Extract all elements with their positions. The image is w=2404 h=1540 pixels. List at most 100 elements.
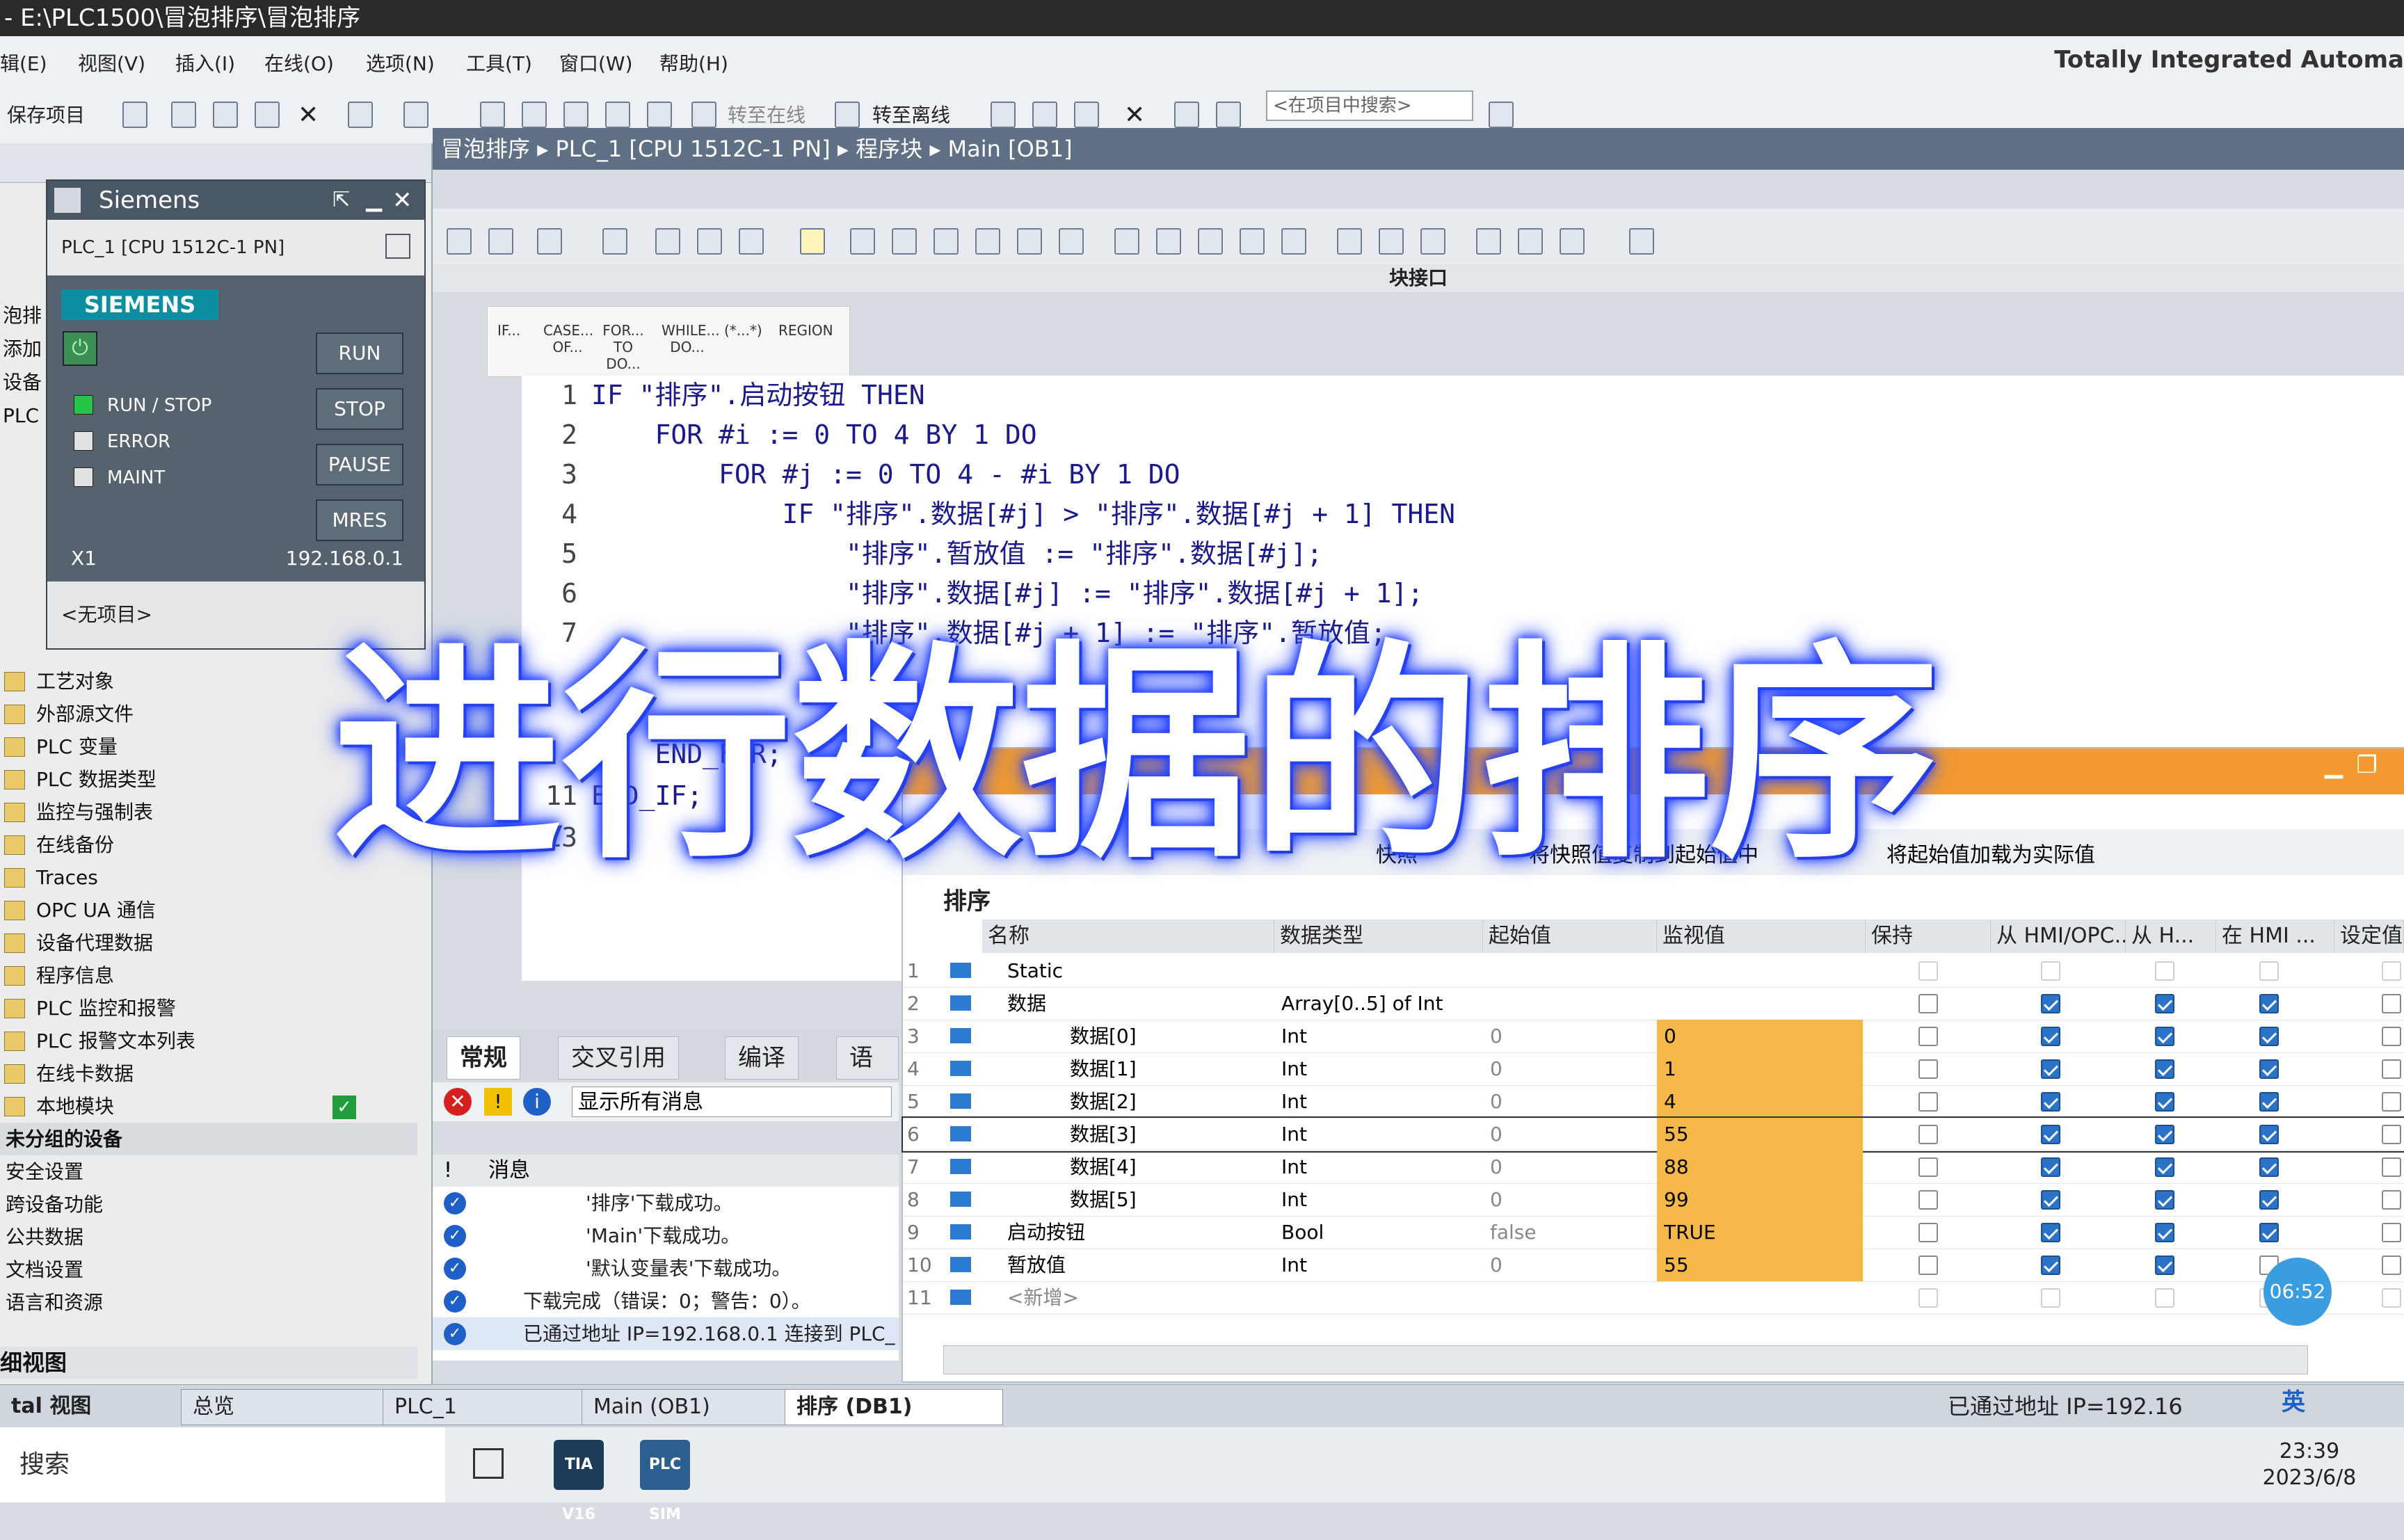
cut-icon[interactable] bbox=[171, 102, 196, 128]
tree-item-common-data[interactable]: 公共数据 bbox=[0, 1221, 417, 1253]
watch-icon[interactable] bbox=[975, 228, 1000, 255]
setpoint-checkbox[interactable] bbox=[2382, 1059, 2401, 1079]
tree-item-security[interactable]: 安全设置 bbox=[0, 1155, 417, 1188]
retain-checkbox[interactable] bbox=[1918, 1092, 1938, 1112]
copy-icon[interactable] bbox=[213, 102, 238, 128]
kw-region[interactable]: REGION bbox=[778, 322, 833, 339]
col-hmi-opc[interactable]: 从 HMI/OPC... bbox=[1991, 920, 2126, 953]
tab-sort-db1[interactable]: 排序 (DB1) bbox=[785, 1389, 1003, 1425]
sort-icon[interactable] bbox=[1281, 228, 1306, 255]
tab-compile[interactable]: 编译 bbox=[725, 1036, 799, 1080]
db-row[interactable]: 4 数据[1] Int 0 1 bbox=[903, 1052, 2404, 1086]
monitor-toggle-icon[interactable] bbox=[800, 228, 825, 255]
setpoint-checkbox[interactable] bbox=[2382, 1190, 2401, 1210]
plcsim-title-bar[interactable]: Siemens ⇱ ▁ ✕ bbox=[47, 181, 424, 220]
row-monitor-value[interactable]: 55 bbox=[1657, 1249, 1863, 1281]
delete-network-icon[interactable] bbox=[488, 228, 513, 255]
hmi-accessible-checkbox[interactable] bbox=[2041, 961, 2060, 981]
row-monitor-value[interactable]: 88 bbox=[1657, 1150, 1863, 1183]
breadcrumb-item[interactable]: 冒泡排序 bbox=[441, 136, 530, 162]
hmi-accessible-checkbox[interactable] bbox=[2041, 1256, 2060, 1275]
power-icon[interactable]: ⏻ bbox=[63, 331, 97, 366]
db-row[interactable]: 10 暂放值 Int 0 55 bbox=[903, 1249, 2404, 1282]
tree-item-languages[interactable]: 语言和资源 bbox=[0, 1286, 417, 1319]
minimize-icon[interactable]: ▁ bbox=[2325, 751, 2343, 779]
expand-icon[interactable] bbox=[1114, 228, 1139, 255]
call-icon[interactable] bbox=[1379, 228, 1404, 255]
db-row[interactable]: 1 Static bbox=[903, 954, 2404, 988]
retain-checkbox[interactable] bbox=[1918, 1223, 1938, 1242]
menu-options[interactable]: 选项(N) bbox=[366, 49, 435, 77]
hmi-visible-checkbox[interactable] bbox=[2259, 994, 2279, 1013]
code-line[interactable]: 5 "排序".暂放值 := "排序".数据[#j]; bbox=[522, 534, 1322, 574]
tree-item-doc-settings[interactable]: 文档设置 bbox=[0, 1253, 417, 1286]
retain-checkbox[interactable] bbox=[1918, 1256, 1938, 1275]
breadcrumb-item[interactable]: Main [OB1] bbox=[948, 136, 1073, 162]
setpoint-checkbox[interactable] bbox=[2382, 1288, 2401, 1308]
code-line[interactable]: 4 IF "排序".数据[#j] > "排序".数据[#j + 1] THEN bbox=[522, 495, 1455, 534]
hmi-visible-checkbox[interactable] bbox=[2259, 1125, 2279, 1144]
message-row[interactable]: ✓ 已通过地址 IP=192.168.0.1 连接到 PLC_ bbox=[433, 1317, 899, 1350]
db-row[interactable]: 5 数据[2] Int 0 4 bbox=[903, 1085, 2404, 1118]
hmi-accessible-checkbox[interactable] bbox=[2041, 1157, 2060, 1177]
hmi-writable-checkbox[interactable] bbox=[2155, 1190, 2174, 1210]
device-settings-icon[interactable] bbox=[385, 234, 410, 259]
tab-plc1[interactable]: PLC_1 bbox=[383, 1389, 587, 1425]
upload-icon[interactable] bbox=[563, 102, 588, 128]
tab-main-ob1[interactable]: Main (OB1) bbox=[582, 1389, 793, 1425]
menu-edit[interactable]: 辑(E) bbox=[0, 49, 47, 77]
hmi-accessible-checkbox[interactable] bbox=[2041, 994, 2060, 1013]
row-monitor-value[interactable] bbox=[1657, 954, 1863, 987]
menu-window[interactable]: 窗口(W) bbox=[559, 49, 633, 77]
hmi-accessible-checkbox[interactable] bbox=[2041, 1223, 2060, 1242]
paste-icon[interactable] bbox=[255, 102, 280, 128]
hmi-visible-checkbox[interactable] bbox=[2259, 1059, 2279, 1079]
hmi-writable-checkbox[interactable] bbox=[2155, 1157, 2174, 1177]
hmi-visible-checkbox[interactable] bbox=[2259, 961, 2279, 981]
project-search-input[interactable]: <在项目中搜索> bbox=[1266, 90, 1473, 121]
col-hmi-write[interactable]: 从 H... bbox=[2126, 920, 2216, 953]
col-monitor-value[interactable]: 监视值 bbox=[1657, 920, 1866, 953]
hmi-accessible-checkbox[interactable] bbox=[2041, 1288, 2060, 1308]
tree-group-ungrouped-devices[interactable]: 未分组的设备 bbox=[0, 1123, 417, 1155]
tree-item-cross-device[interactable]: 跨设备功能 bbox=[0, 1188, 417, 1221]
go-offline-icon[interactable] bbox=[835, 102, 860, 128]
kw-while[interactable]: WHILE... DO... bbox=[662, 322, 720, 355]
block-interface-bar[interactable]: 块接口 bbox=[433, 264, 2404, 292]
tree-item-program-info[interactable]: 程序信息 bbox=[0, 959, 417, 992]
go-offline-button[interactable]: 转至离线 bbox=[872, 99, 950, 132]
comment-icon[interactable] bbox=[602, 228, 627, 255]
compare-icon[interactable] bbox=[1560, 228, 1585, 255]
retain-checkbox[interactable] bbox=[1918, 961, 1938, 981]
tree-item-alarm-texts[interactable]: PLC 报警文本列表 bbox=[0, 1025, 417, 1057]
tab-syntax[interactable]: 语法 bbox=[836, 1036, 899, 1114]
menu-help[interactable]: 帮助(H) bbox=[659, 49, 728, 77]
col-hmi-visible[interactable]: 在 HMI ... bbox=[2216, 920, 2334, 953]
code-line[interactable]: 2 FOR #i := 0 TO 4 BY 1 DO bbox=[522, 415, 1036, 455]
tab-cross-reference[interactable]: 交叉引用 bbox=[558, 1036, 679, 1080]
details-view-header[interactable]: 细视图 bbox=[0, 1347, 417, 1379]
setpoint-checkbox[interactable] bbox=[2382, 1256, 2401, 1275]
tree-item-local-modules[interactable]: 本地模块 ✓ bbox=[0, 1090, 417, 1123]
system-clock[interactable]: 23:39 2023/6/8 bbox=[2240, 1438, 2379, 1491]
hmi-visible-checkbox[interactable] bbox=[2259, 1223, 2279, 1242]
go-online-icon[interactable] bbox=[691, 102, 716, 128]
accessible-devices-icon[interactable] bbox=[991, 102, 1016, 128]
restore-icon[interactable]: ❐ bbox=[2357, 751, 2378, 779]
insert-network-icon[interactable] bbox=[447, 228, 472, 255]
hmi-visible-checkbox[interactable] bbox=[2259, 1092, 2279, 1112]
return-icon[interactable] bbox=[1420, 228, 1445, 255]
glasses-icon[interactable] bbox=[1476, 228, 1501, 255]
bookmark-icon[interactable] bbox=[697, 228, 722, 255]
favorites-icon[interactable] bbox=[739, 228, 764, 255]
tree-item-online-card[interactable]: 在线卡数据 bbox=[0, 1057, 417, 1090]
stop-button[interactable]: STOP bbox=[316, 388, 403, 430]
minimize-icon[interactable]: ▁ bbox=[366, 181, 382, 220]
hmi-writable-checkbox[interactable] bbox=[2155, 994, 2174, 1013]
menu-online[interactable]: 在线(O) bbox=[264, 49, 334, 77]
undo-icon[interactable] bbox=[348, 102, 373, 128]
col-datatype[interactable]: 数据类型 bbox=[1274, 920, 1483, 953]
message-row[interactable]: ✓ 'Main'下载成功。 bbox=[433, 1219, 899, 1252]
menu-tools[interactable]: 工具(T) bbox=[466, 49, 532, 77]
tree-item-plc-alarms[interactable]: PLC 监控和报警 bbox=[0, 992, 417, 1025]
